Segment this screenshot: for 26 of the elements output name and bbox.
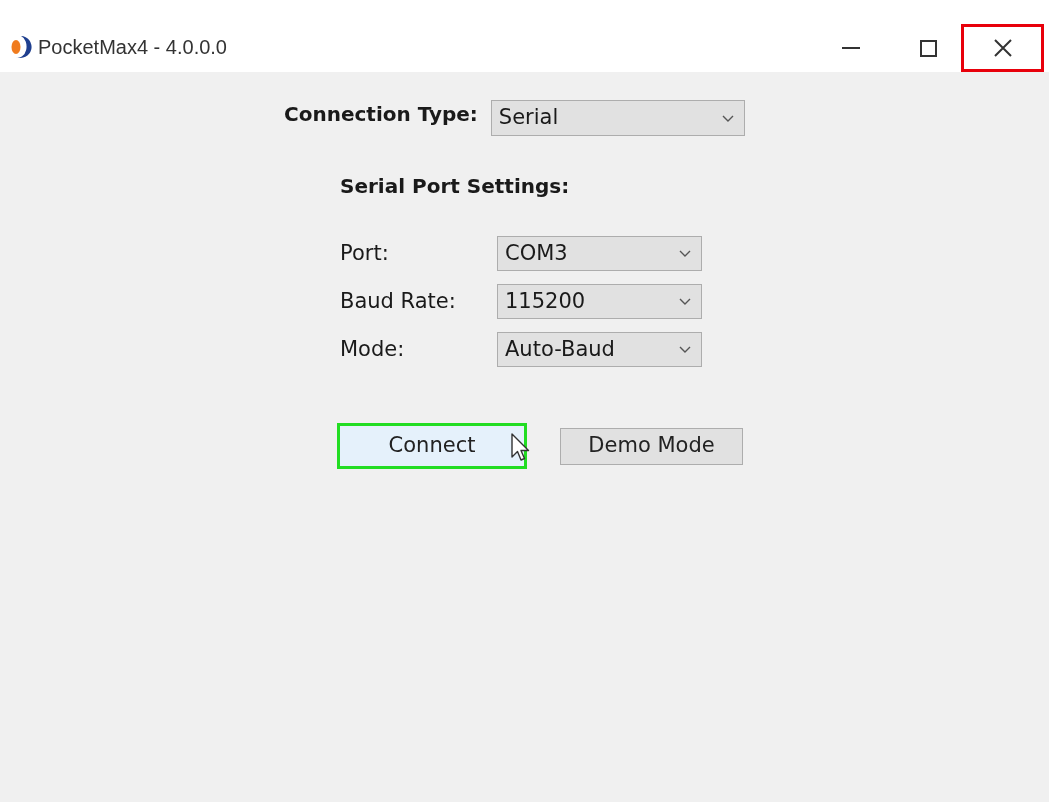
field-label: Mode: (340, 335, 406, 363)
dropdown-value: Auto-Baud (505, 335, 615, 363)
dropdown-value: 115200 (505, 287, 586, 315)
logo-icon (10, 35, 32, 59)
window-title: PocketMax4 - 4.0.0.0 (38, 35, 227, 60)
demo-mode-button[interactable]: Demo Mode (560, 427, 743, 465)
field-label: Port: (340, 239, 390, 267)
mouse-pointer-icon (511, 433, 531, 463)
chevron-down-icon (679, 298, 691, 305)
connection-type-label: Connection Type: (284, 101, 478, 128)
chevron-down-icon (679, 346, 691, 353)
dropdown[interactable]: COM3 (497, 236, 702, 271)
close-button[interactable] (961, 24, 1044, 72)
dropdown[interactable]: Auto-Baud (497, 332, 702, 367)
connect-button[interactable]: Connect (337, 423, 527, 469)
section-heading: Serial Port Settings: (340, 173, 570, 200)
minimize-icon (842, 47, 860, 49)
dropdown-value: COM3 (505, 239, 568, 267)
chevron-down-icon (721, 114, 734, 122)
dropdown[interactable]: Serial (490, 100, 745, 136)
dropdown[interactable]: 115200 (497, 284, 702, 319)
chevron-down-icon (679, 250, 691, 257)
maximize-icon (919, 39, 937, 57)
field-label: Baud Rate: (340, 287, 457, 315)
dropdown-value: Serial (498, 104, 559, 132)
close-icon (993, 39, 1012, 57)
